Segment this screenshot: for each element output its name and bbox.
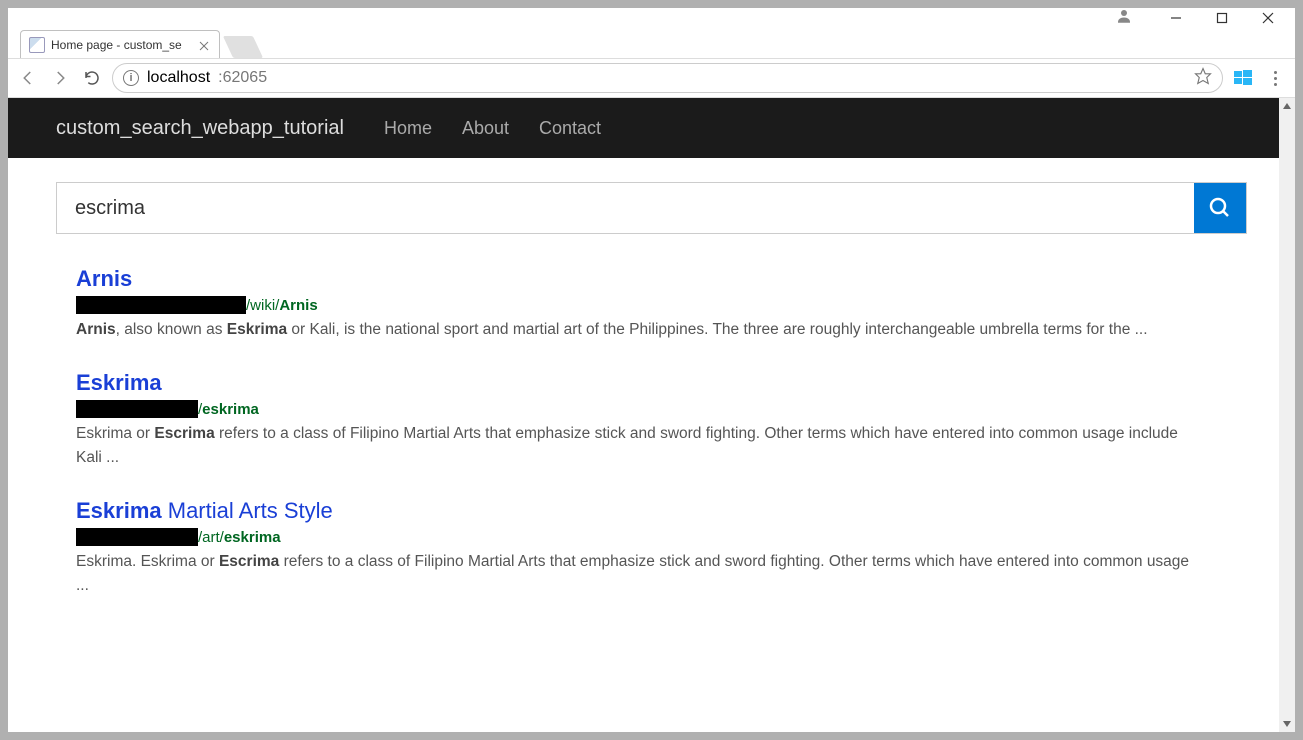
browser-menu-button[interactable] (1263, 71, 1287, 86)
redacted-domain (76, 296, 246, 314)
redacted-domain (76, 528, 198, 546)
search-result: Eskrima Martial Arts Style/art/eskrima Es… (76, 498, 1196, 598)
result-url-path: /eskrima (198, 401, 259, 418)
new-tab-button[interactable] (223, 36, 263, 58)
site-info-icon[interactable]: i (123, 70, 139, 86)
result-url[interactable]: /wiki/Arnis (76, 296, 1196, 314)
result-title[interactable]: Eskrima Martial Arts Style (76, 498, 1196, 524)
url-host: localhost (147, 69, 210, 87)
page-viewport: custom_search_webapp_tutorial Home About… (8, 98, 1295, 732)
tab-title: Home page - custom_se (51, 38, 193, 52)
bookmark-icon[interactable] (1194, 67, 1212, 90)
navbar-brand[interactable]: custom_search_webapp_tutorial (56, 117, 344, 140)
search-result: Eskrima/eskrima Eskrima or Escrima refers… (76, 370, 1196, 470)
tab-close-icon[interactable] (199, 40, 209, 50)
result-title[interactable]: Arnis (76, 266, 1196, 292)
toolbar: i localhost :62065 (8, 58, 1295, 98)
url-port: :62065 (218, 69, 267, 87)
redacted-domain (76, 400, 198, 418)
address-bar[interactable]: i localhost :62065 (112, 63, 1223, 93)
result-snippet: Arnis, also known as Eskrima or Kali, is… (76, 318, 1196, 342)
nav-link-contact[interactable]: Contact (539, 118, 601, 139)
browser-tab[interactable]: Home page - custom_se (20, 30, 220, 58)
search-input[interactable] (57, 183, 1194, 233)
profile-icon[interactable] (1115, 7, 1133, 30)
reload-button[interactable] (80, 66, 104, 90)
windows-extension-icon[interactable] (1231, 69, 1255, 87)
maximize-button[interactable] (1199, 8, 1245, 28)
forward-button[interactable] (48, 66, 72, 90)
close-button[interactable] (1245, 8, 1291, 28)
result-url[interactable]: /art/eskrima (76, 528, 1196, 546)
results-list: Arnis/wiki/Arnis Arnis, also known as Esk… (56, 266, 1247, 598)
scroll-down-icon[interactable] (1279, 716, 1295, 732)
scroll-up-icon[interactable] (1279, 98, 1295, 114)
result-snippet: Eskrima. Eskrima or Escrima refers to a … (76, 550, 1196, 598)
scrollbar[interactable] (1279, 98, 1295, 732)
minimize-button[interactable] (1153, 8, 1199, 28)
page-body: Arnis/wiki/Arnis Arnis, also known as Esk… (8, 158, 1295, 650)
site-navbar: custom_search_webapp_tutorial Home About… (8, 98, 1295, 158)
result-title[interactable]: Eskrima (76, 370, 1196, 396)
result-url-path: /wiki/Arnis (246, 297, 318, 314)
nav-link-home[interactable]: Home (384, 118, 432, 139)
search-icon (1208, 196, 1232, 220)
browser-window: Home page - custom_se i localhost :62065 (8, 8, 1295, 732)
search-bar (56, 182, 1247, 234)
search-result: Arnis/wiki/Arnis Arnis, also known as Esk… (76, 266, 1196, 342)
window-titlebar (8, 8, 1295, 28)
back-button[interactable] (16, 66, 40, 90)
tab-strip: Home page - custom_se (8, 28, 1295, 58)
favicon-icon (29, 37, 45, 53)
result-snippet: Eskrima or Escrima refers to a class of … (76, 422, 1196, 470)
result-url-path: /art/eskrima (198, 529, 281, 546)
search-button[interactable] (1194, 183, 1246, 233)
nav-link-about[interactable]: About (462, 118, 509, 139)
result-url[interactable]: /eskrima (76, 400, 1196, 418)
